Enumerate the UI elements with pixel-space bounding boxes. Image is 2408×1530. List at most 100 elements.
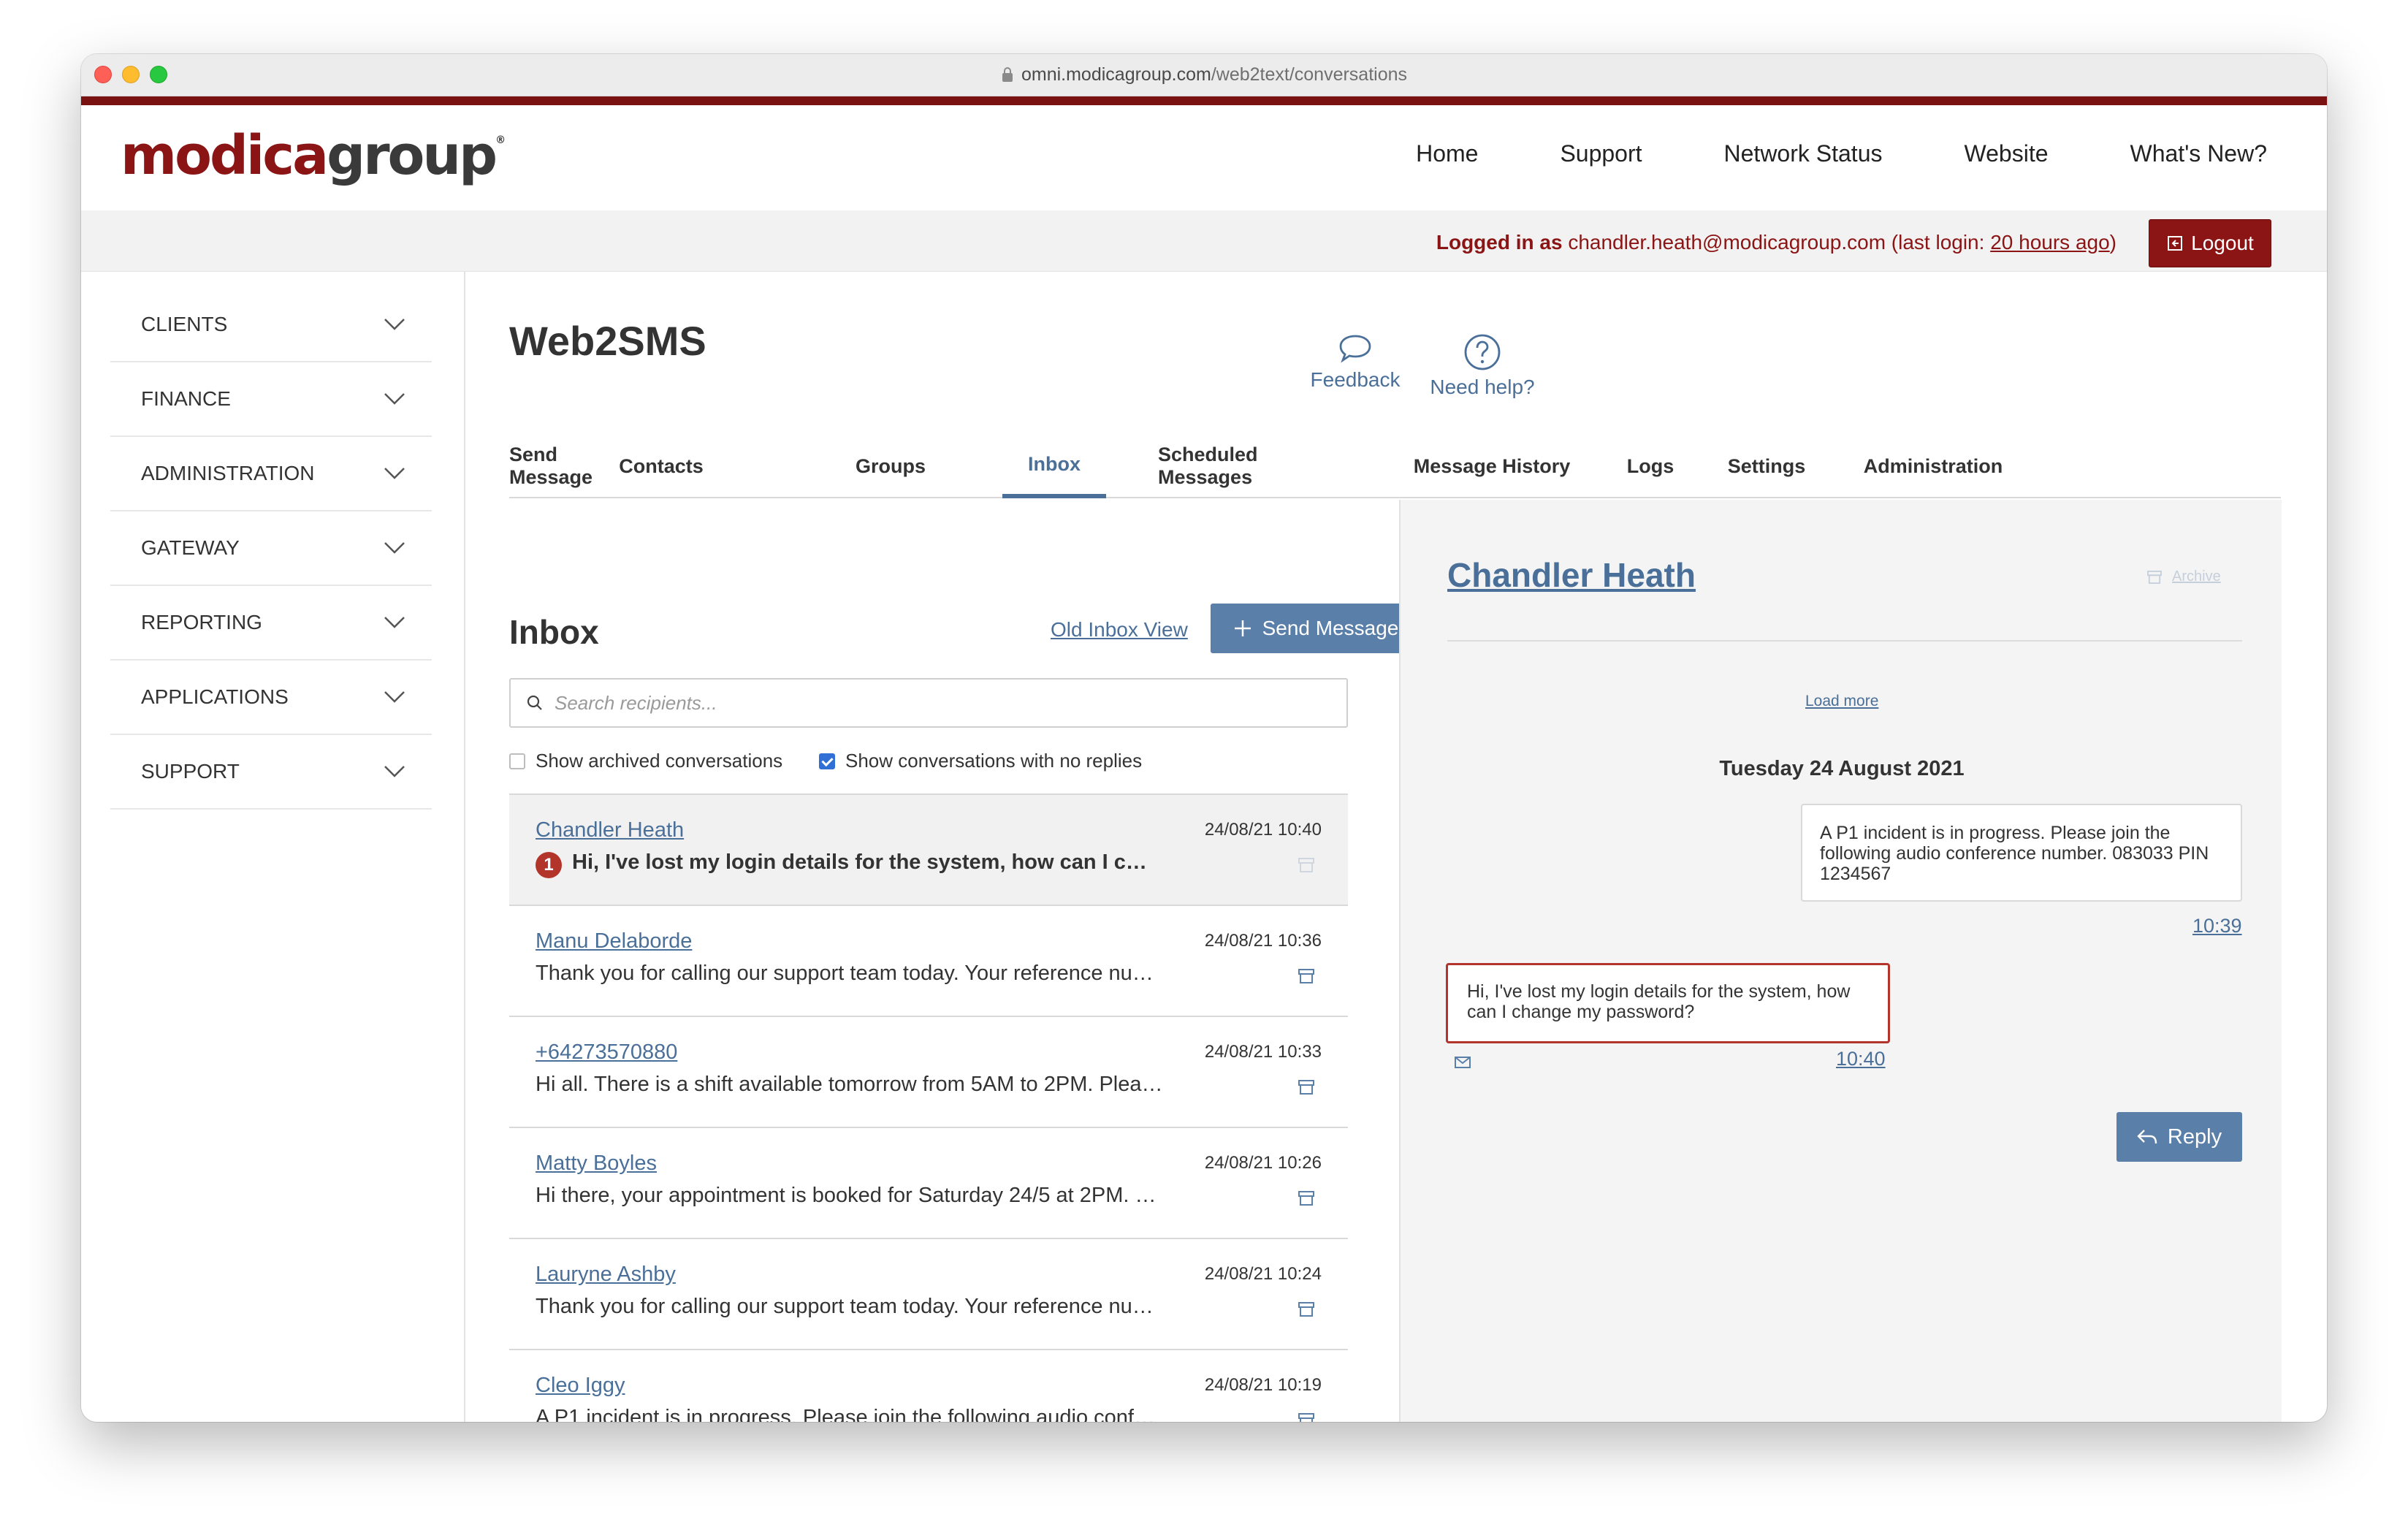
feedback-label: Feedback <box>1310 368 1401 391</box>
send-message-label: Send Message <box>1262 617 1399 639</box>
login-status: Logged in as chandler.heath@modicagroup.… <box>1436 231 2116 254</box>
sidebar-item-gateway[interactable]: GATEWAY <box>110 511 432 586</box>
browser-toolbar: omni.modicagroup.com/web2text/conversati… <box>81 54 2327 96</box>
page-title: Web2SMS <box>509 318 706 364</box>
modicagroup-logo[interactable]: modicagroup® <box>121 129 506 183</box>
lock-icon <box>1002 67 1013 82</box>
reply-button[interactable]: Reply <box>2116 1112 2242 1162</box>
conversation-preview: Hi there, your appointment is booked for… <box>536 1184 1164 1207</box>
archive-icon[interactable] <box>1298 1080 1314 1095</box>
conversation-row[interactable]: Lauryne Ashby 24/08/21 10:24 Thank you f… <box>509 1239 1348 1350</box>
conversation-contact-name[interactable]: +64273570880 <box>536 1040 677 1065</box>
sidebar-item-support[interactable]: SUPPORT <box>110 735 432 810</box>
search-recipients-field[interactable] <box>509 678 1348 728</box>
tab-administration[interactable]: Administration <box>1858 434 2008 498</box>
conversation-preview: Hi, I've lost my login details for the s… <box>572 850 1157 874</box>
unread-count-badge: 1 <box>536 852 562 878</box>
conversation-contact-name[interactable]: Lauryne Ashby <box>536 1263 676 1287</box>
plus-icon <box>1234 620 1251 636</box>
sidebar-item-finance[interactable]: FINANCE <box>110 362 432 437</box>
archive-icon[interactable] <box>1298 858 1314 872</box>
sidebar-item-label: FINANCE <box>141 387 231 410</box>
conversation-row[interactable]: +64273570880 24/08/21 10:33 Hi all. Ther… <box>509 1017 1348 1128</box>
nav-network-status[interactable]: Network Status <box>1724 140 1883 167</box>
chevron-down-icon <box>384 393 405 405</box>
tab-message-history[interactable]: Message History <box>1413 434 1571 498</box>
main-content: Web2SMS Feedback Need help? Send Message… <box>465 272 2327 1422</box>
question-circle-icon <box>1464 334 1501 370</box>
sidebar-item-applications[interactable]: APPLICATIONS <box>110 661 432 735</box>
last-login-link[interactable]: 20 hours ago <box>1990 231 2109 254</box>
nav-support[interactable]: Support <box>1560 140 1642 167</box>
sidebar-item-label: REPORTING <box>141 611 262 633</box>
url-host: omni.modicagroup.com <box>1021 64 1211 85</box>
conversation-row[interactable]: Matty Boyles 24/08/21 10:26 Hi there, yo… <box>509 1128 1348 1239</box>
show-no-replies-checkbox[interactable] <box>819 753 835 769</box>
tab-groups[interactable]: Groups <box>856 434 926 498</box>
conversation-contact-link[interactable]: Chandler Heath <box>1447 555 1696 595</box>
load-more-link[interactable]: Load more <box>1805 693 1878 710</box>
conversation-row[interactable]: Cleo Iggy 24/08/21 10:19 A P1 incident i… <box>509 1350 1348 1422</box>
archive-icon[interactable] <box>1298 1191 1314 1206</box>
tab-scheduled-messages[interactable]: Scheduled Messages <box>1158 434 1355 498</box>
chevron-down-icon <box>384 542 405 554</box>
logo-part-1: modica <box>121 124 329 187</box>
sidebar-item-administration[interactable]: ADMINISTRATION <box>110 437 432 511</box>
tab-inbox[interactable]: Inbox <box>1002 434 1106 498</box>
sidebar-item-label: APPLICATIONS <box>141 685 289 708</box>
inbound-message-bubble: Hi, I've lost my login details for the s… <box>1446 963 1890 1043</box>
conversation-row-selected[interactable]: Chandler Heath 24/08/21 10:40 1 Hi, I've… <box>509 795 1348 906</box>
send-message-button[interactable]: Send Message <box>1211 604 1421 653</box>
sidebar-item-reporting[interactable]: REPORTING <box>110 586 432 661</box>
nav-home[interactable]: Home <box>1416 140 1478 167</box>
conversation-contact-name[interactable]: Cleo Iggy <box>536 1374 625 1398</box>
tab-contacts[interactable]: Contacts <box>579 434 743 498</box>
tab-logs[interactable]: Logs <box>1626 434 1675 498</box>
conversation-contact-name[interactable]: Matty Boyles <box>536 1152 657 1176</box>
inbox-heading: Inbox <box>509 613 599 651</box>
outbound-message-time[interactable]: 10:39 <box>2192 915 2242 937</box>
conversation-time: 24/08/21 10:33 <box>1204 1042 1322 1062</box>
login-bar: Logged in as chandler.heath@modicagroup.… <box>81 210 2327 272</box>
search-icon <box>527 695 542 710</box>
old-inbox-view-link[interactable]: Old Inbox View <box>1051 618 1188 642</box>
archive-label: Archive <box>2172 568 2221 585</box>
search-input[interactable] <box>555 691 1285 715</box>
sidebar-item-label: GATEWAY <box>141 536 240 559</box>
archive-conversation-button[interactable]: Archive <box>2147 568 2221 585</box>
nav-website[interactable]: Website <box>1964 140 2048 167</box>
logout-label: Logout <box>2191 232 2254 254</box>
chevron-down-icon <box>384 468 405 479</box>
conversation-row[interactable]: Manu Delaborde 24/08/21 10:36 Thank you … <box>509 906 1348 1017</box>
feedback-link[interactable]: Feedback <box>1308 333 1403 392</box>
nav-whats-new[interactable]: What's New? <box>2130 140 2268 167</box>
sidebar: CLIENTS FINANCE ADMINISTRATION GATEWAY R… <box>81 272 465 1422</box>
logo-part-2: group <box>327 124 498 187</box>
show-no-replies-option[interactable]: Show conversations with no replies <box>819 750 1142 772</box>
show-archived-checkbox[interactable] <box>509 753 525 769</box>
conversation-time: 24/08/21 10:36 <box>1204 931 1322 951</box>
archive-icon[interactable] <box>1298 969 1314 983</box>
conversation-preview: A P1 incident is in progress. Please joi… <box>536 1406 1164 1422</box>
archive-icon[interactable] <box>1298 1413 1314 1422</box>
logout-button[interactable]: Logout <box>2149 219 2271 267</box>
conversation-contact-name[interactable]: Manu Delaborde <box>536 929 692 954</box>
show-archived-option[interactable]: Show archived conversations <box>509 750 782 772</box>
logout-icon <box>2168 236 2183 251</box>
brand-bar <box>81 96 2327 105</box>
chevron-down-icon <box>384 691 405 703</box>
top-navigation: Home Support Network Status Website What… <box>1416 140 2267 167</box>
inbound-message-time[interactable]: 10:40 <box>1836 1048 1886 1070</box>
url-path: /web2text/conversations <box>1211 64 1408 85</box>
conversation-contact-name[interactable]: Chandler Heath <box>536 818 684 842</box>
address-bar[interactable]: omni.modicagroup.com/web2text/conversati… <box>81 64 2327 85</box>
tab-settings[interactable]: Settings <box>1726 434 1807 498</box>
last-login-suffix: ) <box>2109 231 2116 254</box>
outbound-message-bubble: A P1 incident is in progress. Please joi… <box>1801 804 2242 902</box>
chevron-down-icon <box>384 766 405 777</box>
archive-icon[interactable] <box>1298 1302 1314 1317</box>
conversation-time: 24/08/21 10:24 <box>1204 1264 1322 1284</box>
need-help-link[interactable]: Need help? <box>1428 333 1537 399</box>
sidebar-item-clients[interactable]: CLIENTS <box>110 288 432 362</box>
login-email: chandler.heath@modicagroup.com <box>1568 231 1886 254</box>
